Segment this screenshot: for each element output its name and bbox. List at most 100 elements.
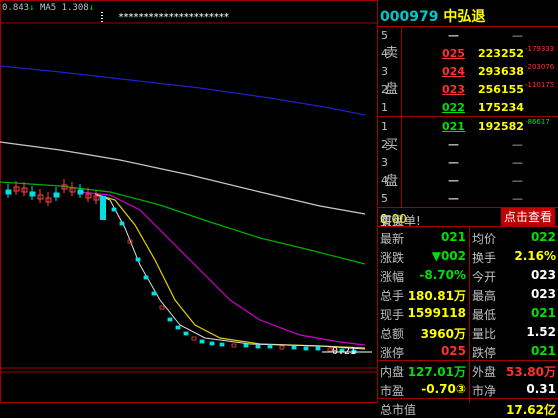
candle-body — [77, 189, 84, 195]
quote-row: 内盘 127.01万 外盘 53.80万 — [378, 361, 558, 380]
candle-body — [135, 257, 141, 262]
moving-average-line — [0, 141, 366, 215]
quote-label: 总额 — [380, 327, 405, 341]
candle-body — [199, 339, 205, 344]
quote-label-2: 最高 — [472, 289, 497, 303]
level-volume: — — [512, 29, 523, 42]
quote-value: 127.01万 — [407, 365, 466, 379]
candle-body — [143, 275, 149, 280]
moving-average-line — [79, 191, 366, 346]
event-markers[interactable]: ********************** — [118, 12, 229, 23]
quote-label-2: 今开 — [472, 270, 497, 284]
level-volume: — — [512, 192, 523, 205]
bid-row[interactable]: 4 — — — [378, 172, 558, 190]
quote-value-2: 2.16% — [514, 249, 556, 263]
stock-name: 中弘退 — [443, 9, 486, 25]
candle-body — [255, 344, 261, 349]
quote-row: 总额 3960万 量比 1.52 — [378, 323, 558, 342]
level-price: 025 — [442, 47, 465, 60]
quote-label: 涨幅 — [380, 270, 405, 284]
level-label: 3 — [381, 65, 388, 78]
candle-body — [100, 196, 106, 220]
quote-label-2: 外盘 — [472, 365, 497, 379]
quote-value-2: 022 — [530, 230, 556, 244]
bid-row[interactable]: 2 — — — [378, 136, 558, 154]
quote-value-2: 023 — [530, 287, 556, 301]
level-change: -110175 — [525, 81, 555, 89]
quote-row: 涨幅 -8.70% 今开 023 — [378, 266, 558, 285]
candle-body — [183, 331, 189, 336]
quote-label-2: 均价 — [472, 232, 497, 246]
quote-label-2: 量比 — [472, 327, 497, 341]
level-price: 022 — [442, 101, 465, 114]
quote-value-2: 023 — [530, 268, 556, 282]
quote-value: 180.81万 — [407, 289, 466, 303]
candle-body — [53, 192, 60, 198]
bid-row[interactable]: 5 — — — [378, 190, 558, 208]
level-change: -203076 — [525, 63, 555, 71]
quote-row: 总手 180.81万 最高 023 — [378, 285, 558, 304]
level-label: 2 — [381, 138, 388, 151]
level-volume: — — [512, 138, 523, 151]
quote-label: 最新 — [380, 232, 405, 246]
down-arrow-icon: ↓ — [29, 3, 35, 13]
ask-row[interactable]: 3 024 293638 -203076 — [378, 63, 558, 81]
level-label: 2 — [381, 83, 388, 96]
candle-body — [191, 336, 197, 341]
stock-title: 000979 中弘退 — [380, 6, 485, 26]
level-price: 023 — [442, 83, 465, 96]
view-orders-button[interactable]: 点击查看 — [501, 208, 556, 226]
kline-canvas[interactable] — [0, 0, 378, 403]
quote-label-2: 跌停 — [472, 346, 497, 360]
quote-label: 涨跌 — [380, 251, 405, 265]
ask-row[interactable]: 2 023 256155 -110175 — [378, 81, 558, 99]
chart-border — [0, 0, 378, 403]
candle-body — [209, 341, 215, 346]
quote-value: ▼002 — [431, 249, 466, 263]
level-label: 1 — [381, 101, 388, 114]
level-volume: 223252 — [478, 47, 524, 60]
level-volume: — — [512, 174, 523, 187]
level-volume: 256155 — [478, 83, 524, 96]
level-label: 5 — [381, 192, 388, 205]
candle-body — [243, 343, 249, 348]
quote-value-2: 0.31 — [526, 382, 556, 396]
quote-value: 025 — [440, 344, 466, 358]
quote-value-2: 021 — [530, 344, 556, 358]
bid-row[interactable]: 3 — — — [378, 154, 558, 172]
quote-label: 市盈 — [380, 384, 405, 398]
level-volume: 293638 — [478, 65, 524, 78]
quote-value-2: 021 — [530, 306, 556, 320]
level-change: -86617 — [525, 118, 550, 126]
candle-body — [29, 191, 36, 197]
candle-body — [175, 325, 181, 330]
down-arrow-icon: ↓ — [88, 3, 95, 13]
level-price: 024 — [442, 65, 465, 78]
quote-value: 021 — [440, 230, 466, 244]
level-label: 1 — [381, 120, 388, 133]
candle-body — [291, 345, 297, 350]
quote-label: 现手 — [380, 308, 405, 322]
kline-chart[interactable]: 0.843↓ MA5 1.308↓ **********************… — [0, 0, 378, 403]
moving-average-line — [0, 65, 366, 116]
bid-row[interactable]: 1 021 192582 -86617 — [378, 118, 558, 136]
top-info-a: 0.843 — [2, 3, 30, 13]
level-label: 4 — [381, 47, 388, 60]
level-change: -179333 — [525, 45, 555, 53]
ask-row[interactable]: 4 025 223252 -179333 — [378, 45, 558, 63]
ask-row[interactable]: 5 — — — [378, 27, 558, 45]
quote-value-2: 1.52 — [526, 325, 556, 339]
quote-label-2: 换手 — [472, 251, 497, 265]
marker-dot — [101, 21, 103, 22]
candle-body — [5, 189, 12, 195]
candle-body — [119, 221, 125, 226]
candle-body — [231, 343, 237, 348]
candle-body — [267, 344, 273, 349]
level-price: — — [448, 192, 459, 205]
level-volume: — — [512, 156, 523, 169]
ask-row[interactable]: 1 022 175234 — [378, 99, 558, 117]
level-volume: 175234 — [478, 101, 524, 114]
quote-label: 内盘 — [380, 365, 405, 379]
stock-code: 000979 — [380, 9, 439, 25]
quote-value: 1599118 — [407, 306, 466, 320]
